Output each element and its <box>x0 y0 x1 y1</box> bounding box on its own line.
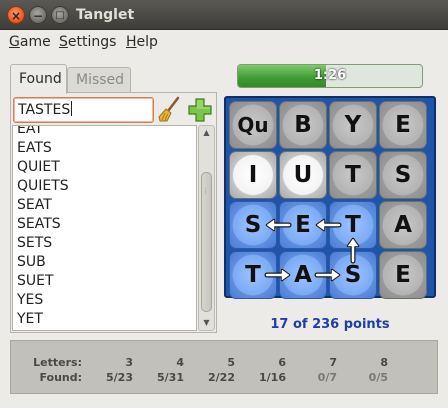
letters-label: Letters: <box>33 356 82 369</box>
list-item[interactable]: SEAT <box>13 196 196 215</box>
tile-letter: T <box>245 262 261 288</box>
window-title: Tanglet <box>76 7 135 23</box>
menu-game-mnemonic: G <box>9 34 20 50</box>
list-item[interactable]: SUET <box>13 272 196 291</box>
menu-settings-mnemonic: S <box>59 34 68 50</box>
stats-length: 8 <box>380 356 388 369</box>
stats-found-count: 2/22 <box>208 371 235 384</box>
list-item[interactable]: QUIETS <box>13 177 196 196</box>
stats-table: Letters: 3 4 5 6 7 8 Found: 5/23 5/31 2/22 1/16 0… <box>25 355 388 385</box>
stats-found-count: 0/7 <box>317 371 337 384</box>
tile-letter: S <box>394 162 412 188</box>
list-item[interactable]: YES <box>13 291 196 310</box>
points-counter: 17 of 236 points <box>270 317 390 332</box>
tile-letter: A <box>294 262 312 288</box>
found-label: Found: <box>39 371 82 384</box>
tile-letter: Qu <box>237 113 269 137</box>
menu-help-label: elp <box>136 34 158 50</box>
letter-tile[interactable]: T <box>329 201 377 249</box>
tile-letter: S <box>244 212 262 238</box>
letter-tile[interactable]: Qu <box>229 101 277 149</box>
menu-settings-label: ettings <box>67 34 117 50</box>
found-words-list[interactable]: EAT EATS QUIET QUIETS SEAT SEATS SETS SUB SUET YE… <box>12 125 197 331</box>
letter-tile[interactable]: U <box>279 151 327 199</box>
tile-letter: Y <box>344 112 362 138</box>
tile-letter: T <box>345 212 361 238</box>
stats-length: 3 <box>125 356 133 369</box>
stats-found-count: 1/16 <box>259 371 286 384</box>
tile-letter: E <box>395 112 411 138</box>
minimize-icon[interactable]: − <box>29 6 47 24</box>
timer-text: 1:26 <box>313 68 347 83</box>
scrollbar-grip-icon: ⋮ <box>202 187 209 195</box>
scroll-down-icon[interactable]: ▼ <box>199 317 214 329</box>
tile-letter: E <box>395 262 411 288</box>
stats-found-row: Found: 5/23 5/31 2/22 1/16 0/7 0/5 <box>25 370 388 385</box>
letter-tile[interactable]: E <box>379 101 427 149</box>
letter-tile[interactable]: T <box>329 151 377 199</box>
tile-letter: T <box>345 162 361 188</box>
list-item[interactable]: EAT <box>13 126 196 139</box>
list-item[interactable]: EATS <box>13 139 196 158</box>
menu-settings[interactable]: Settings <box>59 34 116 50</box>
list-item[interactable]: SEATS <box>13 215 196 234</box>
menu-game-label: ame <box>19 34 51 50</box>
tile-letter: B <box>294 112 312 138</box>
menu-bar: Game Settings Help <box>0 30 448 54</box>
list-item[interactable]: YET <box>13 310 196 329</box>
letter-tile[interactable]: E <box>279 201 327 249</box>
letter-tile[interactable]: T <box>229 251 277 299</box>
list-item[interactable]: SETS <box>13 234 196 253</box>
stats-found-count: 0/5 <box>368 371 388 384</box>
stats-length: 7 <box>329 356 337 369</box>
stats-panel: Letters: 3 4 5 6 7 8 Found: 5/23 5/31 2/22 1/16 0… <box>10 340 438 394</box>
maximize-icon[interactable]: □ <box>51 6 69 24</box>
tile-letter: S <box>344 262 362 288</box>
word-input-value: TASTES <box>18 102 71 118</box>
plus-icon <box>188 98 212 122</box>
stats-length: 5 <box>227 356 235 369</box>
text-caret <box>71 101 73 116</box>
list-item[interactable]: QUIET <box>13 158 196 177</box>
clear-button[interactable] <box>157 95 183 123</box>
letter-board: Qu B Y E I U T S S E T A T A S E <box>224 96 436 299</box>
tab-found[interactable]: Found <box>10 64 67 94</box>
tab-missed[interactable]: Missed <box>67 67 131 93</box>
letter-tile[interactable]: E <box>379 251 427 299</box>
add-word-button[interactable] <box>187 97 213 123</box>
stats-found-count: 5/23 <box>106 371 133 384</box>
stats-length: 4 <box>176 356 184 369</box>
tanglet-window: × − □ Tanglet Game Settings Help Found M… <box>0 0 448 408</box>
list-item[interactable]: SUB <box>13 253 196 272</box>
letter-tile[interactable]: A <box>379 201 427 249</box>
tile-letter: U <box>293 162 313 188</box>
stats-found-count: 5/31 <box>157 371 184 384</box>
menu-help-mnemonic: H <box>126 34 137 50</box>
menu-game[interactable]: Game <box>9 34 51 50</box>
letter-tile[interactable]: A <box>279 251 327 299</box>
letter-tile[interactable]: Y <box>329 101 377 149</box>
title-bar: × − □ Tanglet <box>0 0 448 30</box>
word-input[interactable]: TASTES <box>13 97 154 123</box>
broom-icon <box>158 96 180 122</box>
found-words-scrollbar[interactable]: ▲ ⋮ ▼ <box>198 125 215 331</box>
menu-help[interactable]: Help <box>126 34 158 50</box>
stats-letters-row: Letters: 3 4 5 6 7 8 <box>25 355 388 370</box>
stats-length: 6 <box>278 356 286 369</box>
tile-letter: E <box>295 212 311 238</box>
letter-tile[interactable]: I <box>229 151 277 199</box>
letter-tile[interactable]: B <box>279 101 327 149</box>
letter-tile[interactable]: S <box>329 251 377 299</box>
letter-tile[interactable]: S <box>229 201 277 249</box>
close-icon[interactable]: × <box>7 6 25 24</box>
tile-letter: I <box>248 162 258 188</box>
letter-tile[interactable]: S <box>379 151 427 199</box>
game-timer: 1:26 <box>237 64 423 88</box>
tile-letter: A <box>394 212 412 238</box>
scroll-up-icon[interactable]: ▲ <box>199 127 214 139</box>
